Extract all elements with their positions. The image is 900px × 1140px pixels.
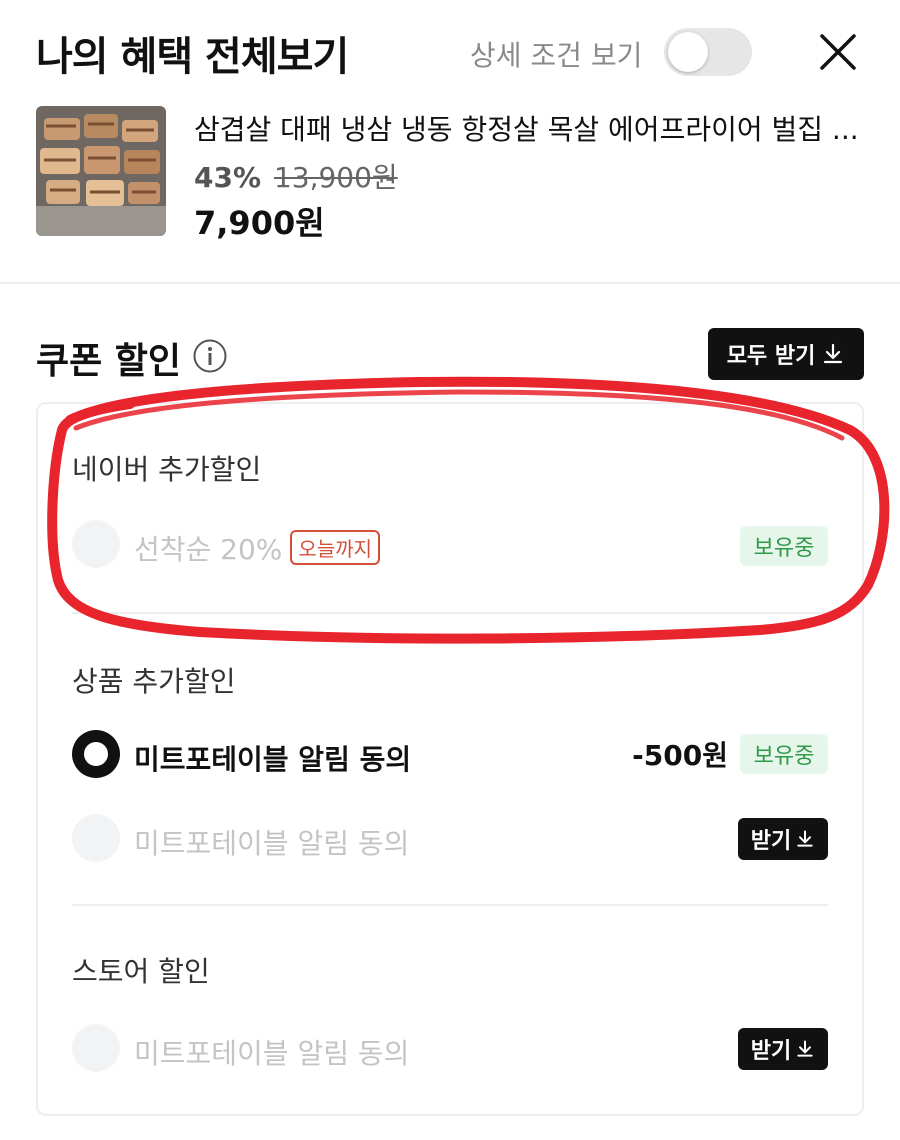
- product-thumbnail: [36, 106, 166, 236]
- product-coupon-label-1: 미트포테이블 알림 동의: [134, 743, 412, 776]
- owned-badge: 보유중: [740, 734, 828, 774]
- section-divider: [0, 282, 900, 284]
- discount-rate: 43%: [194, 161, 262, 194]
- naver-coupon-label: 선착순 20%: [134, 533, 283, 566]
- product-coupon-radio-2[interactable]: [72, 814, 120, 862]
- original-price: 13,900원: [273, 161, 398, 194]
- info-icon[interactable]: [192, 338, 228, 374]
- close-icon: [820, 34, 856, 70]
- download-icon: [824, 343, 843, 364]
- product-discount-label: 상품 추가할인: [72, 665, 236, 698]
- toggle-knob: [668, 32, 708, 72]
- product-name: 삼겹살 대패 냉삼 냉동 항정살 목살 에어프라이어 벌집 ...: [194, 113, 859, 146]
- naver-divider: [72, 612, 828, 614]
- final-price: 7,900원: [194, 204, 325, 242]
- store-coupon-label: 미트포테이블 알림 동의: [134, 1037, 410, 1070]
- receive-all-label: 모두 받기: [726, 344, 816, 369]
- receive-label: 받기: [750, 1039, 792, 1064]
- close-button[interactable]: [816, 30, 860, 74]
- naver-discount-label: 네이버 추가할인: [72, 453, 262, 486]
- section-divider: [72, 904, 828, 906]
- store-discount-label: 스토어 할인: [72, 955, 210, 988]
- receive-label: 받기: [750, 829, 792, 854]
- owned-badge: 보유중: [740, 526, 828, 566]
- naver-coupon-radio[interactable]: [72, 520, 120, 568]
- download-icon: [797, 830, 813, 847]
- receive-all-button[interactable]: 모두 받기: [708, 328, 864, 380]
- coupon-amount: -500원: [632, 739, 728, 772]
- store-coupon-radio[interactable]: [72, 1024, 120, 1072]
- naver-coupon-row: 선착순 20% 오늘까지: [134, 528, 381, 568]
- detail-toggle-label: 상세 조건 보기: [470, 39, 643, 72]
- download-icon: [797, 1040, 813, 1057]
- receive-coupon-button[interactable]: 받기: [738, 1028, 828, 1070]
- page-title: 나의 혜택 전체보기: [36, 34, 349, 80]
- today-only-badge: 오늘까지: [290, 530, 381, 565]
- receive-coupon-button[interactable]: 받기: [738, 818, 828, 860]
- product-coupon-label-2: 미트포테이블 알림 동의: [134, 827, 410, 860]
- product-coupon-radio-1[interactable]: [72, 730, 120, 778]
- price-row: 43% 13,900원: [194, 156, 398, 196]
- detail-toggle[interactable]: [664, 28, 752, 76]
- coupon-section-title: 쿠폰 할인: [36, 341, 182, 382]
